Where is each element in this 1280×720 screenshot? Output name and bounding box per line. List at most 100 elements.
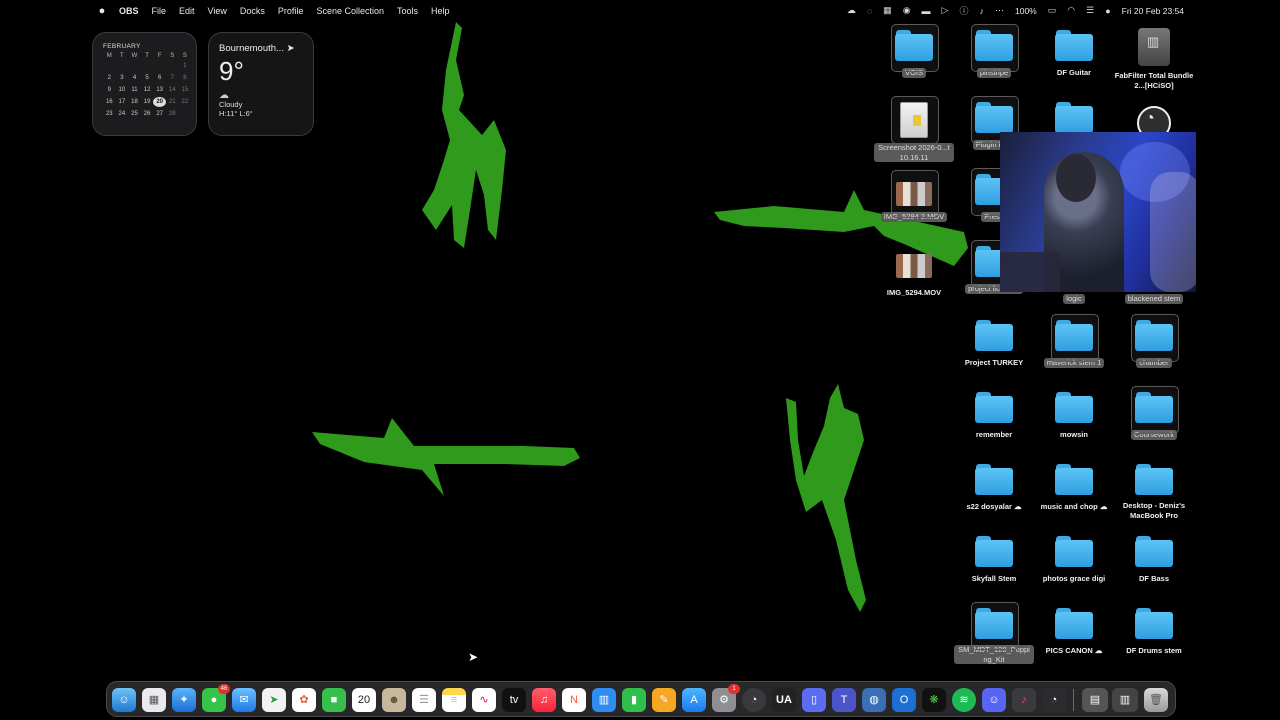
toolbox-icon[interactable]: ▦: [883, 5, 892, 16]
dock-finder[interactable]: ☺: [112, 688, 136, 712]
desktop-folder-pinstripe[interactable]: pinstripe: [954, 24, 1034, 80]
folder-icon: [1135, 392, 1173, 424]
menu-clock[interactable]: Fri 20 Feb 23:54: [1122, 6, 1184, 16]
dock-downloads-stack[interactable]: ▤: [1082, 688, 1108, 712]
record-icon[interactable]: ◉: [903, 5, 911, 16]
desktop-folder-s22[interactable]: s22 dosyalar ☁: [954, 464, 1034, 514]
dock-discord[interactable]: ☺: [982, 688, 1006, 712]
desktop-folder-photos-grace[interactable]: photos grace digi: [1034, 536, 1114, 586]
menu-tools[interactable]: Tools: [397, 6, 418, 16]
dock-universal-audio[interactable]: UA: [772, 688, 796, 712]
desktop-folder-blackened-stem[interactable]: blackened stem: [1114, 288, 1194, 306]
dock-freeform[interactable]: ∿: [472, 688, 496, 712]
dock-notion[interactable]: ▯: [802, 688, 826, 712]
menu-app-name[interactable]: OBS: [119, 6, 139, 16]
wifi-icon[interactable]: ◠: [1067, 5, 1075, 16]
menu-help[interactable]: Help: [431, 6, 450, 16]
dock-contacts[interactable]: ☻: [382, 688, 406, 712]
menu-edit[interactable]: Edit: [179, 6, 195, 16]
calendar-day: 17: [118, 99, 126, 105]
info-icon[interactable]: ⓘ: [959, 4, 968, 17]
desktop-folder-remember[interactable]: remember: [954, 392, 1034, 442]
dock-system-settings[interactable]: ⚙ 1: [712, 684, 740, 712]
desktop-folder-skyfall-stem[interactable]: Skyfall Stem: [954, 536, 1034, 586]
dock-obs[interactable]: ◔: [742, 688, 766, 712]
desktop-folder-chamber[interactable]: chamber: [1114, 314, 1194, 370]
desktop-folder-sm-mdt[interactable]: SM_MDT_128_Popping_Kit: [954, 602, 1034, 667]
desktop-folder-logic[interactable]: logic: [1034, 288, 1114, 306]
video-thumbnail-icon: [896, 254, 932, 278]
file-label: FabFilter Total Bundle 2...[HCiSO]: [1114, 71, 1194, 90]
desktop-file-screenshot[interactable]: Screenshot 2026-0...t 10.16.11: [874, 96, 954, 165]
menu-view[interactable]: View: [208, 6, 227, 16]
dock-reminders[interactable]: ☰: [412, 688, 436, 712]
calendar-day: 6: [158, 75, 162, 81]
control-center-icon[interactable]: ☰: [1086, 5, 1094, 16]
dock-guitar-app[interactable]: ♪: [1012, 688, 1036, 712]
dock-messages[interactable]: ● 46: [202, 684, 230, 712]
desktop-folder-df-bass[interactable]: DF Bass: [1114, 536, 1194, 586]
desktop-folder-desktop-deniz[interactable]: Desktop - Deniz's MacBook Pro: [1114, 464, 1194, 523]
dock-pages[interactable]: ✎: [652, 688, 676, 712]
desktop-folder-pics-canon[interactable]: PICS CANON ☁: [1034, 608, 1114, 658]
calendar-widget[interactable]: FEBRUARY M T W T F S S 1 2 3 4 5 6 7 8 9 10 11 12 13…: [92, 32, 197, 136]
stack-icon: ▥: [1119, 693, 1131, 706]
dock-spotify[interactable]: ≋: [952, 688, 976, 712]
dock-apple-tv[interactable]: tv: [502, 688, 526, 712]
desktop-folder-df-guitar[interactable]: DF Guitar: [1034, 30, 1114, 80]
dock-trash[interactable]: 🗑: [1144, 688, 1168, 712]
dock-calendar[interactable]: 20: [352, 688, 376, 712]
dock-documents-stack[interactable]: ▥: [1112, 688, 1138, 712]
dock-outlook[interactable]: O: [892, 688, 916, 712]
dock-maps[interactable]: ➤: [262, 688, 286, 712]
desktop-folder-maverick-stem[interactable]: maverick stem 1: [1034, 314, 1114, 370]
dock-notes[interactable]: ≡: [442, 688, 466, 712]
dock-music[interactable]: ♫: [532, 688, 556, 712]
desktop-folder-mowsin[interactable]: mowsin: [1034, 392, 1114, 442]
apple-icon[interactable]: ●: [93, 5, 111, 17]
dock-mail[interactable]: ✉: [232, 688, 256, 712]
dock-numbers[interactable]: ▮: [622, 688, 646, 712]
folder-label: photos grace digi: [1042, 574, 1106, 583]
dock-teams[interactable]: T: [832, 688, 856, 712]
folder-label: blackened stem: [1124, 294, 1184, 304]
dock-razer[interactable]: ❋: [922, 688, 946, 712]
desktop-folder-df-drums[interactable]: DF Drums stem: [1114, 608, 1194, 658]
dock-news[interactable]: N: [562, 688, 586, 712]
dock-network-utility[interactable]: ◍: [862, 688, 886, 712]
car-icon[interactable]: ▬: [922, 6, 931, 16]
menu-scene-collection[interactable]: Scene Collection: [316, 6, 384, 16]
desktop-folder-music-and-chop[interactable]: music and chop ☁: [1034, 464, 1114, 514]
screenshot-thumbnail-icon: [900, 102, 928, 138]
dock-app-store[interactable]: A: [682, 688, 706, 712]
menu-docks[interactable]: Docks: [240, 6, 265, 16]
battery-icon[interactable]: ▭: [1048, 5, 1057, 16]
menu-profile[interactable]: Profile: [278, 6, 304, 16]
dock-photos[interactable]: ✿: [292, 688, 316, 712]
folder-label: Desktop - Deniz's MacBook Pro: [1122, 501, 1186, 520]
dock-activity-monitor[interactable]: ◔: [1042, 688, 1066, 712]
weather-widget[interactable]: Bournemouth... ➤ 9° ☁ Cloudy H:11° L:6°: [208, 32, 314, 136]
desktop-folder-project-turkey[interactable]: Project TURKEY: [954, 320, 1034, 370]
menu-file[interactable]: File: [152, 6, 167, 16]
folder-icon: [1055, 320, 1093, 352]
dock-safari[interactable]: ✦: [172, 688, 196, 712]
desktop-folder-vois[interactable]: VOIS: [874, 24, 954, 80]
sound-icon[interactable]: ♪: [979, 6, 984, 16]
dock-facetime[interactable]: ■: [322, 688, 346, 712]
calendar-day: 22: [181, 99, 189, 105]
desktop-file-img-mov[interactable]: IMG_5294.MOV: [874, 248, 954, 300]
creative-cloud-icon[interactable]: ☁: [847, 5, 856, 16]
desktop-folder-hidden[interactable]: [1034, 102, 1114, 134]
desktop-disk-fabfilter[interactable]: FabFilter Total Bundle 2...[HCiSO]: [1114, 28, 1194, 93]
webcam-desk: [1000, 252, 1060, 292]
desktop-file-img-mov-2[interactable]: IMG_5294 2.MOV: [874, 170, 954, 224]
sync-icon[interactable]: ◌: [867, 6, 872, 16]
play-icon[interactable]: ▷: [942, 5, 949, 16]
desktop-folder-coursework[interactable]: Coursework: [1114, 386, 1194, 442]
battery-percent[interactable]: 100%: [1015, 6, 1037, 16]
siri-icon[interactable]: ●: [1105, 6, 1110, 16]
dock-keynote[interactable]: ▥: [592, 688, 616, 712]
dock-launchpad[interactable]: ▦: [142, 688, 166, 712]
audio-meter-icon[interactable]: ⋯: [995, 5, 1004, 16]
